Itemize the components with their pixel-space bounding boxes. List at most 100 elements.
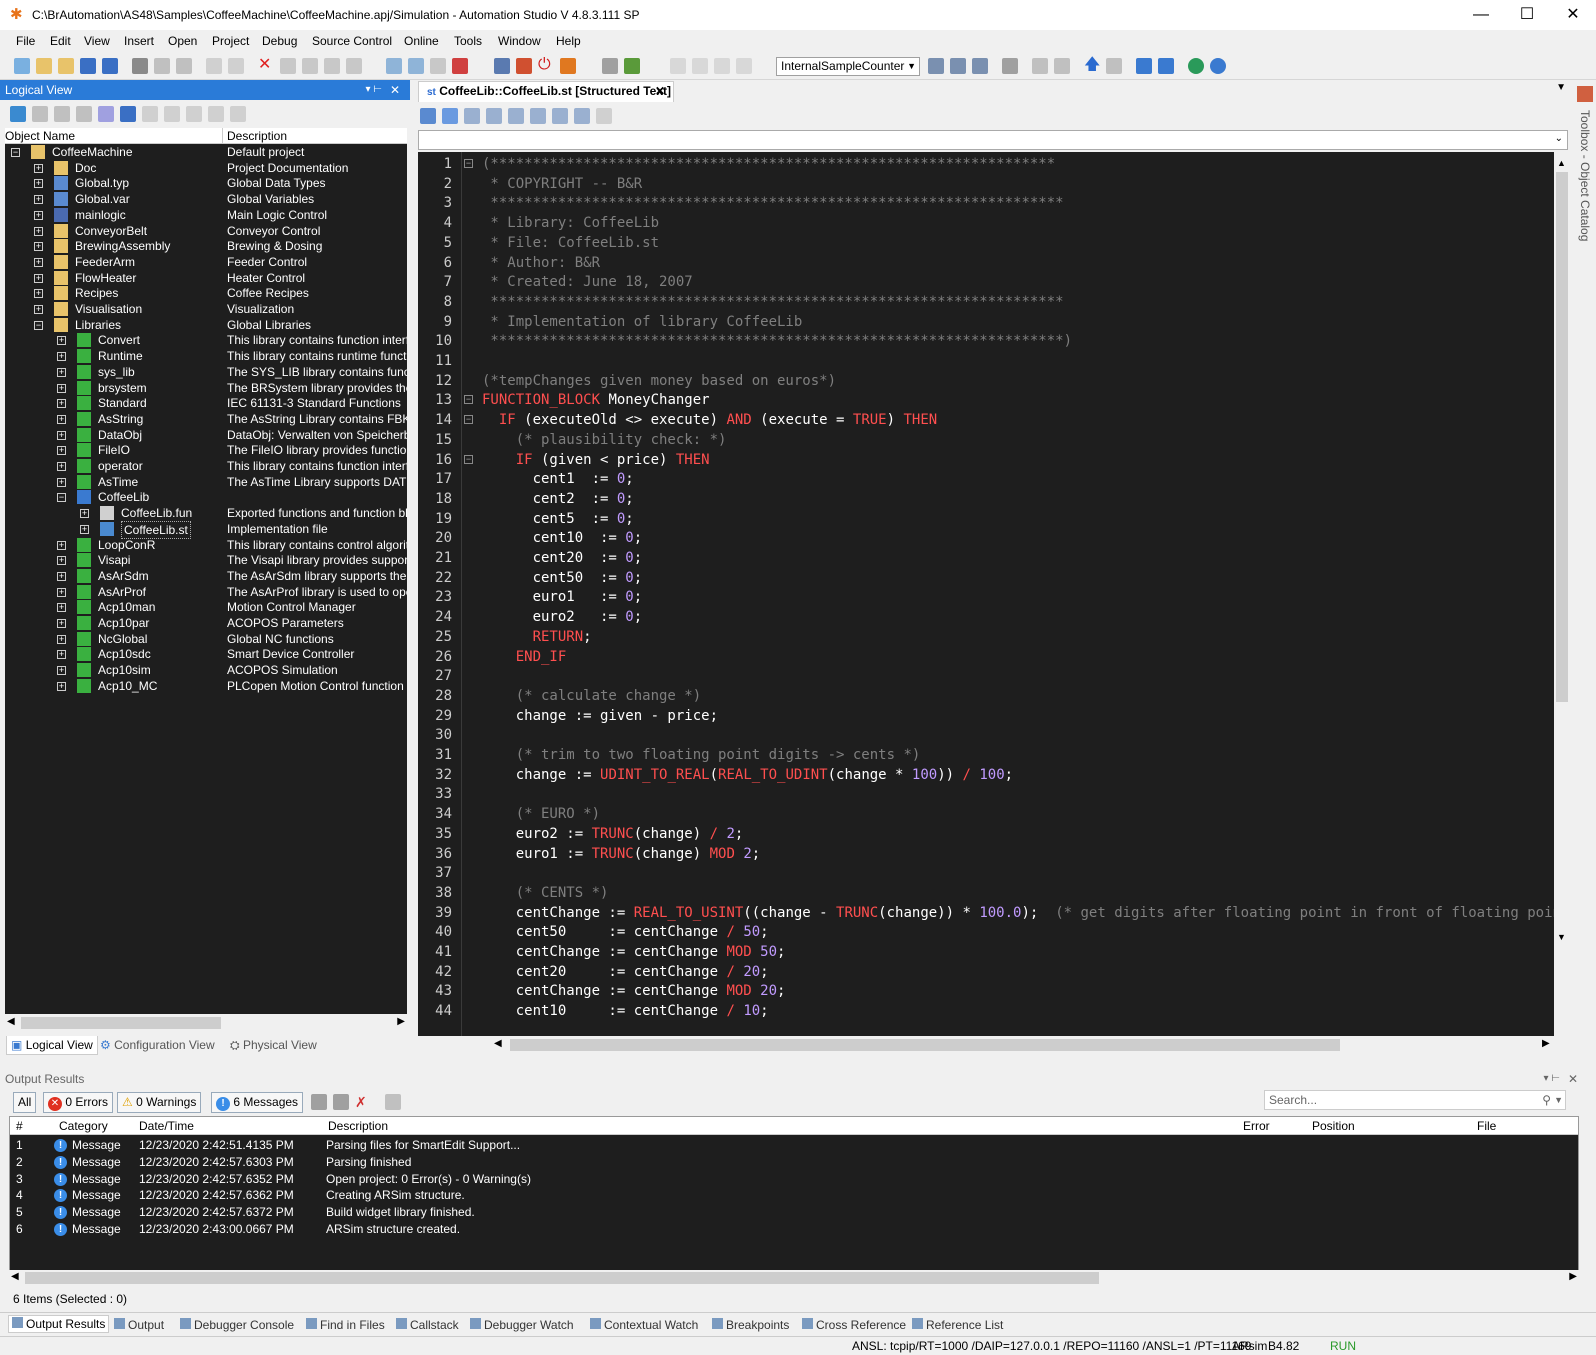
expand-icon[interactable]: + bbox=[57, 336, 66, 346]
col-description[interactable]: Description bbox=[328, 1119, 388, 1133]
collapse-icon[interactable]: − bbox=[57, 493, 66, 503]
menu-view[interactable]: View bbox=[84, 34, 110, 48]
code-line[interactable]: cent20 := 0; bbox=[482, 548, 643, 568]
tree-item[interactable]: + Acp10sim ACOPOS Simulation bbox=[5, 662, 407, 678]
menu-edit[interactable]: Edit bbox=[50, 34, 71, 48]
ab-icon[interactable] bbox=[464, 108, 480, 124]
code-line[interactable]: cent10 := centChange / 10; bbox=[482, 1001, 769, 1021]
add-icon[interactable] bbox=[1136, 58, 1152, 74]
expand-icon[interactable]: + bbox=[34, 242, 43, 252]
expand-icon[interactable]: + bbox=[34, 195, 43, 205]
expand-icon[interactable]: + bbox=[57, 603, 66, 613]
expand-icon[interactable]: + bbox=[57, 571, 66, 581]
format-icon[interactable] bbox=[486, 108, 502, 124]
menu-open[interactable]: Open bbox=[168, 34, 197, 48]
tab-logical-view[interactable]: ▣ Logical View bbox=[6, 1036, 98, 1055]
search-icon[interactable]: ⚲ bbox=[1542, 1091, 1551, 1109]
expand-icon[interactable]: + bbox=[57, 650, 66, 660]
col-file[interactable]: File bbox=[1477, 1119, 1496, 1133]
scroll-right-icon[interactable]: ▶ bbox=[1569, 1271, 1577, 1282]
tree-item[interactable]: + FileIO The FileIO library provides funct… bbox=[5, 442, 407, 458]
scroll-thumb[interactable] bbox=[25, 1272, 1099, 1284]
arrow-up-icon[interactable]: 🡅 bbox=[1084, 57, 1100, 73]
code-line[interactable]: centChange := centChange MOD 50; bbox=[482, 942, 786, 962]
tree-item[interactable]: + AsArProf The AsArProf library is used to… bbox=[5, 584, 407, 600]
expand-icon[interactable]: + bbox=[34, 305, 43, 314]
tree-item[interactable]: − CoffeeLib bbox=[5, 489, 407, 505]
tab-reference-list[interactable]: Reference List bbox=[912, 1318, 1003, 1332]
sort-asc-icon[interactable] bbox=[1032, 58, 1048, 74]
code-line[interactable]: euro1 := TRUNC(change) MOD 2; bbox=[482, 844, 761, 864]
scroll-left-icon[interactable]: ◀ bbox=[494, 1038, 502, 1049]
tree-item[interactable]: + AsArSdm The AsArSdm library supports the… bbox=[5, 568, 407, 584]
build-icon[interactable] bbox=[386, 58, 402, 74]
tab-cross-reference[interactable]: Cross Reference bbox=[802, 1318, 906, 1332]
expand-icon[interactable]: + bbox=[34, 257, 43, 267]
tree-item[interactable]: + CoffeeLib.fun Exported functions and fun… bbox=[5, 505, 407, 521]
expand-icon[interactable]: + bbox=[57, 446, 66, 456]
code-line[interactable]: IF (executeOld <> execute) AND (execute … bbox=[482, 410, 937, 430]
properties-icon[interactable] bbox=[346, 58, 362, 74]
tab-configuration-view[interactable]: ⚙ Configuration View bbox=[100, 1038, 215, 1052]
expand-icon[interactable]: + bbox=[57, 634, 66, 644]
code-line[interactable]: cent10 := 0; bbox=[482, 528, 643, 548]
code-line[interactable]: change := UDINT_TO_REAL(REAL_TO_UDINT(ch… bbox=[482, 765, 1013, 785]
new-project-icon[interactable] bbox=[14, 58, 30, 74]
code-line[interactable]: * Author: B&R bbox=[482, 253, 600, 273]
tree-item[interactable]: + Global.var Global Variables bbox=[5, 191, 407, 207]
group-icon[interactable] bbox=[142, 106, 158, 122]
close-panel-icon[interactable]: ✕ bbox=[390, 80, 400, 100]
code-line[interactable]: (***************************************… bbox=[482, 154, 1055, 174]
edit-icon[interactable] bbox=[120, 106, 136, 122]
menu-source-control[interactable]: Source Control bbox=[312, 34, 392, 48]
expand-icon[interactable]: + bbox=[57, 462, 66, 471]
step-over-icon[interactable] bbox=[692, 58, 708, 74]
tree-item[interactable]: + operator This library contains function … bbox=[5, 458, 407, 474]
code-line[interactable]: euro2 := TRUNC(change) / 2; bbox=[482, 824, 744, 844]
delete-icon[interactable]: ✕ bbox=[258, 57, 274, 73]
toolbox-sidebar[interactable]: Toolbox - Object Catalog bbox=[1574, 80, 1596, 1080]
find-icon[interactable] bbox=[280, 58, 296, 74]
code-line[interactable]: ****************************************… bbox=[482, 292, 1063, 312]
redo-icon[interactable] bbox=[228, 58, 244, 74]
output-search-input[interactable]: Search... ⚲ ▼ bbox=[1264, 1090, 1566, 1110]
col-object-name[interactable]: Object Name bbox=[5, 129, 75, 143]
code-line[interactable]: change := given - price; bbox=[482, 706, 718, 726]
chevron-down-icon[interactable]: ▼ bbox=[1554, 1091, 1563, 1109]
expand-icon[interactable]: + bbox=[34, 226, 43, 236]
tree-item[interactable]: + Standard IEC 61131-3 Standard Functions bbox=[5, 395, 407, 411]
scroll-down-icon[interactable]: ▼ bbox=[1557, 932, 1566, 942]
code-line[interactable]: * COPYRIGHT -- B&R bbox=[482, 174, 642, 194]
save-all-icon[interactable] bbox=[102, 58, 118, 74]
tree-item[interactable]: + Global.typ Global Data Types bbox=[5, 175, 407, 191]
code-line[interactable]: (* calculate change *) bbox=[482, 686, 701, 706]
debug-settings-icon[interactable] bbox=[602, 58, 618, 74]
tree-item[interactable]: + ConveyorBelt Conveyor Control bbox=[5, 223, 407, 239]
scroll-right-icon[interactable]: ▶ bbox=[1542, 1038, 1550, 1049]
list-icon[interactable] bbox=[508, 108, 524, 124]
filter-icon[interactable] bbox=[76, 106, 92, 122]
menu-project[interactable]: Project bbox=[212, 34, 249, 48]
code-area[interactable]: (***************************************… bbox=[478, 152, 1554, 1036]
remove-icon[interactable] bbox=[1158, 58, 1174, 74]
code-line[interactable]: (* CENTS *) bbox=[482, 883, 609, 903]
debugger-icon[interactable] bbox=[624, 58, 640, 74]
tree-item[interactable]: + sys_lib The SYS_LIB library contains fun… bbox=[5, 364, 407, 380]
filter-warnings-button[interactable]: ⚠ 0 Warnings bbox=[117, 1092, 202, 1113]
tab-find-in-files[interactable]: Find in Files bbox=[306, 1318, 385, 1332]
tree-horizontal-scrollbar[interactable]: ◀ ▶ bbox=[5, 1014, 407, 1032]
tree-item[interactable]: + AsTime The AsTime Library supports DATE_… bbox=[5, 474, 407, 490]
comment-icon[interactable] bbox=[596, 108, 612, 124]
code-line[interactable]: cent5 := 0; bbox=[482, 509, 634, 529]
code-line[interactable]: FUNCTION_BLOCK MoneyChanger bbox=[482, 390, 710, 410]
code-line[interactable]: cent1 := 0; bbox=[482, 469, 634, 489]
code-line[interactable]: * Implementation of library CoffeeLib bbox=[482, 312, 802, 332]
tab-callstack[interactable]: Callstack bbox=[396, 1318, 459, 1332]
menu-file[interactable]: File bbox=[16, 34, 35, 48]
code-line[interactable]: ****************************************… bbox=[482, 331, 1072, 351]
tree-item[interactable]: + Acp10man Motion Control Manager bbox=[5, 599, 407, 615]
scroll-up-icon[interactable]: ▲ bbox=[1557, 158, 1566, 168]
tree-item[interactable]: + LoopConR This library contains control a… bbox=[5, 537, 407, 553]
code-line[interactable]: ****************************************… bbox=[482, 193, 1063, 213]
fold-icon[interactable]: − bbox=[464, 159, 473, 168]
